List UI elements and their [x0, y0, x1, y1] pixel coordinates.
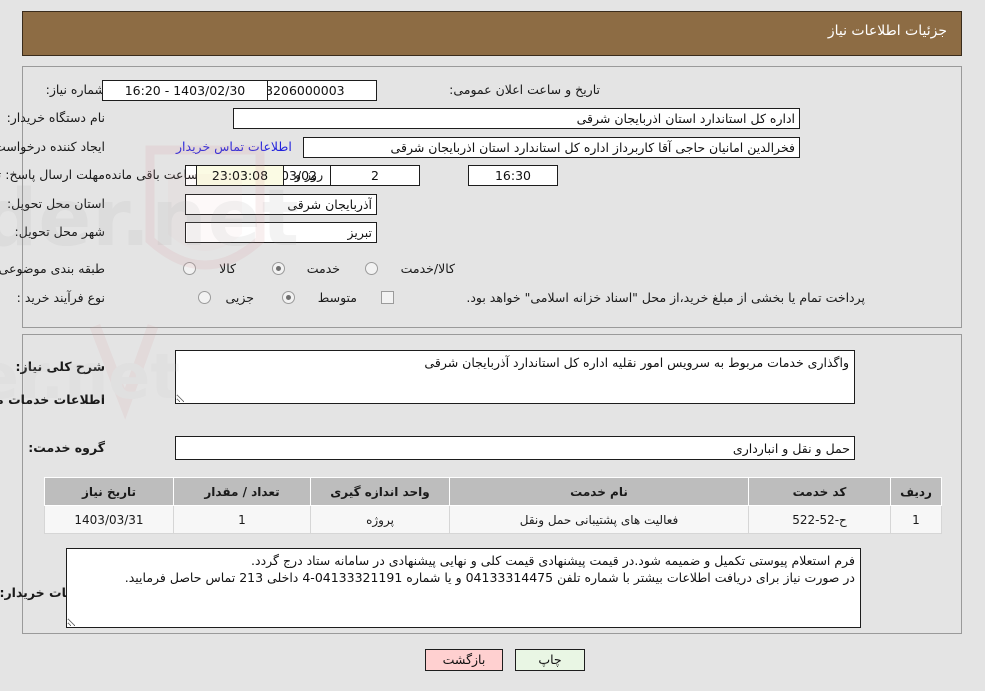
radio-category-goods-service[interactable]	[365, 262, 378, 275]
buyer-org-field[interactable]	[233, 108, 800, 129]
radio-category-service[interactable]	[272, 262, 285, 275]
cell-name: فعالیت های پشتیبانی حمل ونقل	[449, 505, 749, 534]
delivery-city-field[interactable]	[185, 222, 377, 243]
service-group-label: گروه خدمت:	[28, 440, 105, 455]
subject-category-label: طبقه بندی موضوعی:	[0, 261, 105, 276]
response-deadline-label: مهلت ارسال پاسخ: تا تاریخ:	[0, 167, 105, 182]
need-summary-label: شرح کلی نیاز:	[15, 359, 105, 374]
radio-category-goods[interactable]	[183, 262, 196, 275]
window-titlebar: جزئیات اطلاعات نیاز	[22, 11, 962, 56]
services-table: ردیف کد خدمت نام خدمت واحد اندازه گیری ت…	[44, 477, 942, 534]
need-summary-textarea[interactable]	[175, 350, 855, 404]
radio-process-medium-label: متوسط	[317, 290, 357, 305]
radio-process-minor-label: جزیی	[225, 290, 254, 305]
cell-date: 1403/03/31	[44, 505, 174, 534]
purchase-process-label: نوع فرآیند خرید :	[16, 290, 105, 305]
th-code: کد خدمت	[748, 477, 891, 506]
response-deadline-text: مهلت ارسال پاسخ: تا تاریخ:	[0, 167, 105, 182]
th-row: ردیف	[890, 477, 942, 506]
th-date: تاریخ نیاز	[44, 477, 174, 506]
th-qty: تعداد / مقدار	[173, 477, 311, 506]
delivery-city-label: شهر محل تحویل:	[14, 224, 105, 239]
back-button[interactable]: بازگشت	[425, 649, 503, 671]
cell-code: ح-52-522	[748, 505, 891, 534]
print-button[interactable]: چاپ	[515, 649, 585, 671]
th-name: نام خدمت	[449, 477, 749, 506]
cell-row: 1	[890, 505, 942, 534]
page-title: جزئیات اطلاعات نیاز	[827, 23, 947, 39]
days-label: روز و	[295, 167, 324, 182]
th-unit: واحد اندازه گیری	[310, 477, 450, 506]
remaining-days-field[interactable]	[330, 165, 420, 186]
service-section-title: اطلاعات خدمات مورد نیاز	[0, 392, 105, 407]
cell-unit: پروژه	[310, 505, 450, 534]
request-creator-field[interactable]	[303, 137, 800, 158]
buyer-org-label: نام دستگاه خریدار:	[6, 110, 105, 125]
request-creator-label: ایجاد کننده درخواست:	[0, 139, 105, 154]
service-group-field[interactable]	[175, 436, 855, 460]
cell-qty: 1	[173, 505, 311, 534]
delivery-province-field[interactable]	[185, 194, 377, 215]
need-number-label: شماره نیاز:	[45, 82, 105, 97]
announce-datetime-label: تاریخ و ساعت اعلان عمومی:	[449, 82, 600, 97]
table-row[interactable]: 1 ح-52-522 فعالیت های پشتیبانی حمل ونقل …	[44, 505, 942, 534]
treasury-bonds-note: پرداخت تمام یا بخشی از مبلغ خرید،از محل …	[466, 290, 865, 305]
radio-category-goods-service-label: کالا/خدمت	[400, 261, 455, 276]
need-info-panel	[22, 66, 962, 328]
radio-category-goods-label: کالا	[219, 261, 236, 276]
delivery-province-label: استان محل تحویل:	[6, 196, 105, 211]
table-header-row: ردیف کد خدمت نام خدمت واحد اندازه گیری ت…	[44, 477, 942, 506]
buyer-notes-textarea[interactable]	[66, 548, 861, 628]
radio-process-medium[interactable]	[282, 291, 295, 304]
remaining-time-field[interactable]	[196, 165, 284, 186]
radio-process-minor[interactable]	[198, 291, 211, 304]
page-root: AriaTender.net AriaTender.net جزئیات اطل…	[0, 0, 985, 691]
buyer-contact-link[interactable]: اطلاعات تماس خریدار	[176, 139, 292, 155]
remaining-hours-label: ساعت باقی مانده	[105, 167, 198, 182]
deadline-hour-field[interactable]	[468, 165, 558, 186]
announce-datetime-field[interactable]	[102, 80, 268, 101]
radio-category-service-label: خدمت	[306, 261, 340, 276]
treasury-bonds-checkbox[interactable]	[381, 291, 394, 304]
